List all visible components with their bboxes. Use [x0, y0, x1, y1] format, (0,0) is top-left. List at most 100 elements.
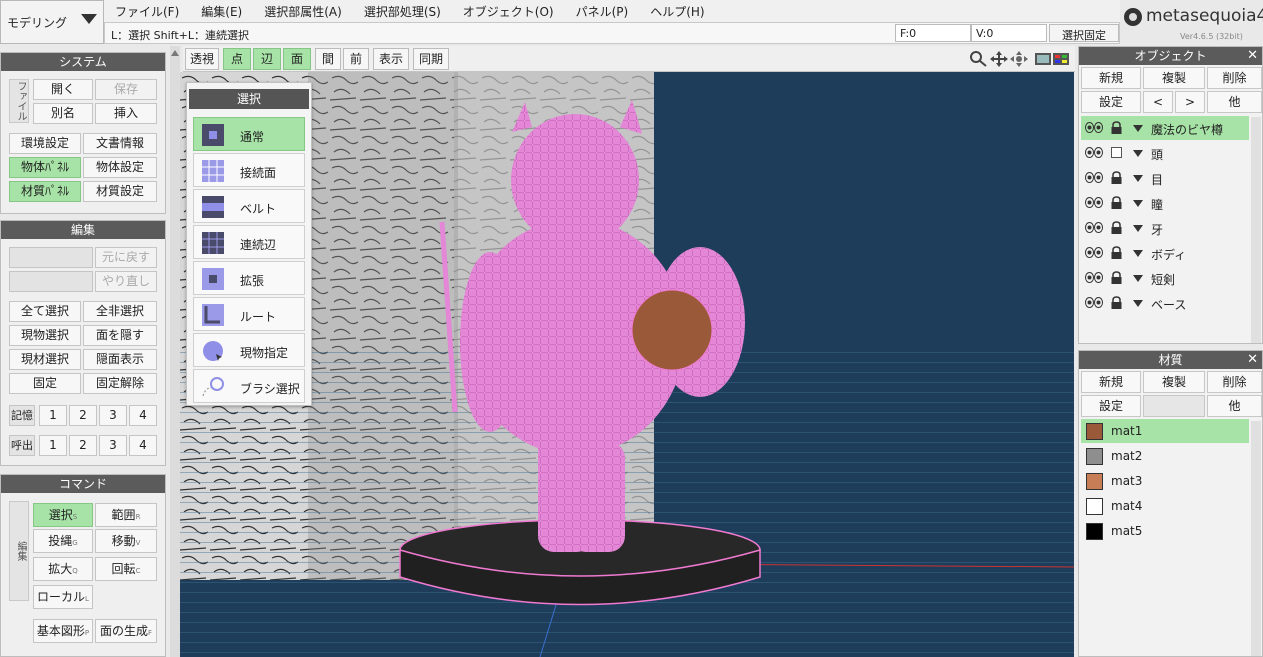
select-mode-connected[interactable]: 接続面	[193, 153, 305, 187]
recall-slot-2[interactable]: 2	[69, 435, 97, 456]
expand-triangle-icon[interactable]	[1133, 300, 1143, 307]
display-button[interactable]: 表示	[373, 48, 409, 70]
lock-button[interactable]: 固定	[9, 373, 81, 394]
menu-help[interactable]: ヘルプ(H)	[639, 3, 715, 20]
save-button[interactable]: 保存	[95, 79, 157, 100]
list-item[interactable]: mat2	[1081, 444, 1249, 468]
close-icon[interactable]: ✕	[1247, 47, 1258, 65]
eye-icon[interactable]	[1085, 272, 1103, 283]
open-button[interactable]: 開く	[33, 79, 93, 100]
deselect-all-button[interactable]: 全非選択	[83, 301, 157, 322]
select-mode-current-object[interactable]: 現物指定	[193, 333, 305, 367]
menu-panel[interactable]: パネル(P)	[565, 3, 640, 20]
insert-button[interactable]: 挿入	[95, 103, 157, 124]
eye-icon[interactable]	[1085, 197, 1103, 208]
memory-slot-1[interactable]: 1	[39, 405, 67, 426]
object-panel-toggle[interactable]: 物体ﾊﾟﾈﾙ	[9, 157, 81, 178]
3d-viewport[interactable]	[180, 72, 1074, 657]
range-command-button[interactable]: 範囲R	[95, 503, 157, 527]
eye-icon[interactable]	[1085, 222, 1103, 233]
memory-slot-4[interactable]: 4	[129, 405, 157, 426]
expand-triangle-icon[interactable]	[1133, 125, 1143, 132]
select-all-button[interactable]: 全て選択	[9, 301, 81, 322]
eye-icon[interactable]	[1085, 297, 1103, 308]
object-list-scrollbar[interactable]	[1251, 117, 1261, 343]
expand-triangle-icon[interactable]	[1133, 275, 1143, 282]
recall-slot-4[interactable]: 4	[129, 435, 157, 456]
menu-file[interactable]: ファイル(F)	[104, 3, 190, 20]
material-settings-button[interactable]: 材質設定	[83, 181, 157, 202]
list-item[interactable]: mat1	[1081, 419, 1249, 443]
env-settings-button[interactable]: 環境設定	[9, 133, 81, 154]
lock-icon[interactable]	[1111, 221, 1122, 234]
object-settings-button[interactable]: 物体設定	[83, 157, 157, 178]
primitive-command-button[interactable]: 基本図形P	[33, 619, 93, 643]
scale-command-button[interactable]: 拡大Q	[33, 557, 93, 581]
show-hidden-button[interactable]: 隠面表示	[83, 349, 157, 370]
select-mode-brush[interactable]: ブラシ選択	[193, 369, 305, 403]
fix-selection-button[interactable]: 選択固定	[1049, 24, 1119, 42]
make-face-command-button[interactable]: 面の生成F	[95, 619, 157, 643]
material-other-button[interactable]: 他	[1207, 395, 1262, 417]
perspective-button[interactable]: 透視	[185, 48, 219, 70]
mode-select[interactable]: モデリング	[0, 0, 104, 44]
left-panel-scrollbar[interactable]	[170, 46, 180, 657]
unlock-button[interactable]: 固定解除	[83, 373, 157, 394]
list-item[interactable]: 目	[1081, 166, 1249, 190]
select-current-material-button[interactable]: 現材選択	[9, 349, 81, 370]
move-command-button[interactable]: 移動V	[95, 529, 157, 553]
material-copy-button[interactable]: 複製	[1143, 371, 1205, 393]
material-delete-button[interactable]: 削除	[1207, 371, 1262, 393]
select-current-object-button[interactable]: 現物選択	[9, 325, 81, 346]
lock-icon[interactable]	[1111, 121, 1122, 134]
memory-slot-2[interactable]: 2	[69, 405, 97, 426]
lock-icon[interactable]	[1111, 296, 1122, 309]
list-item[interactable]: ボディ	[1081, 241, 1249, 265]
eye-icon[interactable]	[1085, 247, 1103, 258]
unlocked-box-icon[interactable]	[1111, 146, 1122, 159]
list-item[interactable]: 魔法のビヤ樽	[1081, 116, 1249, 140]
redo-button[interactable]: やり直し	[95, 271, 157, 292]
edge-mode-button[interactable]: 辺	[253, 48, 281, 70]
lock-icon[interactable]	[1111, 196, 1122, 209]
material-new-button[interactable]: 新規	[1081, 371, 1141, 393]
menu-object[interactable]: オブジェクト(O)	[452, 3, 565, 20]
list-item[interactable]: 頭	[1081, 141, 1249, 165]
expand-triangle-icon[interactable]	[1133, 225, 1143, 232]
object-copy-button[interactable]: 複製	[1143, 67, 1205, 89]
lasso-command-button[interactable]: 投縄G	[33, 529, 93, 553]
recall-slot-3[interactable]: 3	[99, 435, 127, 456]
sync-button[interactable]: 同期	[413, 48, 449, 70]
select-mode-edge-loop[interactable]: 連続辺	[193, 225, 305, 259]
object-settings-button[interactable]: 設定	[1081, 91, 1141, 113]
menu-edit[interactable]: 編集(E)	[190, 3, 253, 20]
menu-selection-attr[interactable]: 選択部属性(A)	[253, 3, 353, 20]
select-mode-expand[interactable]: 拡張	[193, 261, 305, 295]
memory-slot-3[interactable]: 3	[99, 405, 127, 426]
scroll-up-icon[interactable]	[171, 50, 179, 56]
rotate-command-button[interactable]: 回転C	[95, 557, 157, 581]
lock-icon[interactable]	[1111, 246, 1122, 259]
save-as-button[interactable]: 別名	[33, 103, 93, 124]
list-item[interactable]: 瞳	[1081, 191, 1249, 215]
list-item[interactable]: 短剣	[1081, 266, 1249, 290]
list-item[interactable]: mat3	[1081, 469, 1249, 493]
object-next-button[interactable]: >	[1175, 91, 1205, 113]
local-command-button[interactable]: ローカルL	[33, 585, 93, 609]
material-panel-toggle[interactable]: 材質ﾊﾟﾈﾙ	[9, 181, 81, 202]
list-item[interactable]: ベース	[1081, 291, 1249, 315]
expand-triangle-icon[interactable]	[1133, 200, 1143, 207]
select-mode-belt[interactable]: ベルト	[193, 189, 305, 223]
pan-icon[interactable]	[989, 50, 1009, 68]
select-mode-route[interactable]: ルート	[193, 297, 305, 331]
eye-icon[interactable]	[1085, 172, 1103, 183]
recall-slot-1[interactable]: 1	[39, 435, 67, 456]
close-icon[interactable]: ✕	[1247, 351, 1258, 369]
expand-triangle-icon[interactable]	[1133, 250, 1143, 257]
zoom-icon[interactable]	[969, 50, 989, 68]
list-item[interactable]: mat5	[1081, 519, 1249, 543]
front-button[interactable]: 前	[343, 48, 369, 70]
material-list-scrollbar[interactable]	[1251, 421, 1261, 656]
material-settings-button[interactable]: 設定	[1081, 395, 1141, 417]
between-button[interactable]: 間	[315, 48, 341, 70]
